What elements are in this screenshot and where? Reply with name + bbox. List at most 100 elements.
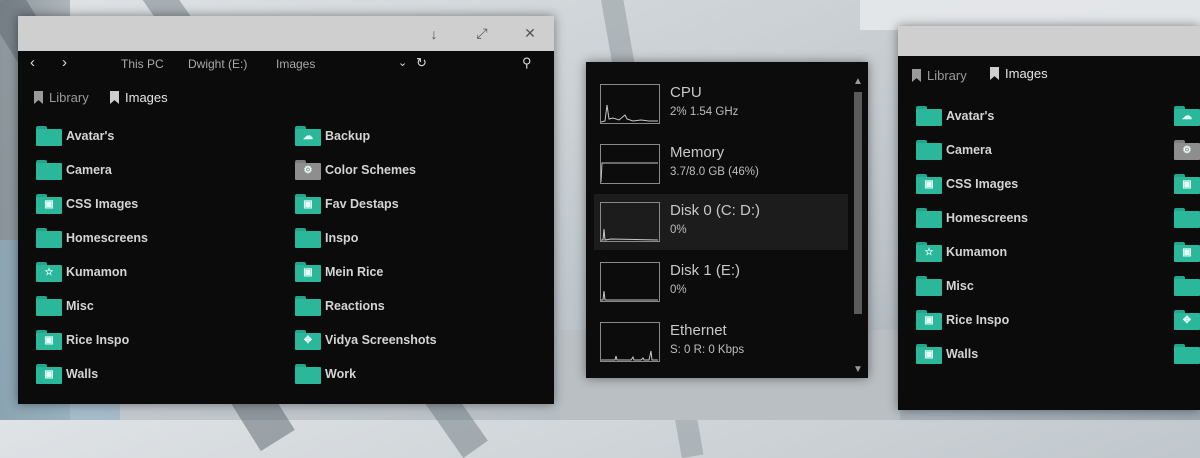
folder-item[interactable]: ▣ [1174,170,1200,198]
folder-image-icon: ▣ [295,262,321,282]
tab-library[interactable]: Library [912,68,967,83]
folder-label: Reactions [325,299,385,313]
file-explorer-window: ↓ ⤢ ✕ ‹ › This PC Dwight (E:) Images ⌄ ↻… [18,16,554,404]
perf-item-ethernet[interactable]: Ethernet S: 0 R: 0 Kbps [594,314,848,370]
folder-icon [916,106,942,126]
forward-icon[interactable]: › [62,54,67,71]
tab-images[interactable]: Images [110,90,168,105]
folder-item[interactable]: Homescreens [916,204,1028,232]
folder-item[interactable]: Camera [36,156,112,184]
folder-item[interactable]: Misc [916,272,974,300]
scrollbar-thumb[interactable] [854,92,862,314]
folder-item[interactable] [1174,272,1200,300]
folder-item[interactable]: ▣ Walls [916,340,978,368]
folder-item[interactable]: ▣ Rice Inspo [36,326,129,354]
folder-item[interactable]: ☁ Backup [295,122,370,150]
disk0-graph [600,202,660,242]
folder-label: Inspo [325,231,359,245]
folder-image-icon: ▣ [36,330,62,350]
search-icon[interactable]: ⚲ [522,55,532,71]
folder-item[interactable]: ▣ Fav Destaps [295,190,399,218]
navigation-bar: ‹ › This PC Dwight (E:) Images ⌄ ↻ ⚲ [18,51,554,77]
maximize-icon[interactable]: ⤢ [458,16,506,51]
folder-label: Misc [946,279,974,293]
perf-title: CPU [670,84,702,101]
perf-item-disk1[interactable]: Disk 1 (E:) 0% [594,254,848,310]
perf-item-cpu[interactable]: CPU 2% 1.54 GHz [594,76,848,132]
folder-item[interactable]: ☆ Kumamon [36,258,127,286]
folder-icon [295,364,321,384]
folder-item[interactable]: ☆ Kumamon [916,238,1007,266]
back-icon[interactable]: ‹ [30,54,35,71]
bookmark-icon [110,91,119,104]
ethernet-graph [600,322,660,362]
folder-item[interactable]: Avatar's [36,122,114,150]
folder-item[interactable]: ▣ [1174,238,1200,266]
folder-icon [36,160,62,180]
breadcrumb-images[interactable]: Images [276,57,315,71]
perf-subtitle: 3.7/8.0 GB (46%) [670,166,759,178]
folder-item[interactable]: ▣ Rice Inspo [916,306,1009,334]
cpu-graph [600,84,660,124]
folder-label: Camera [66,163,112,177]
folder-label: Avatar's [946,109,995,123]
tab-images[interactable]: Images [990,66,1048,81]
bookmark-icon [990,67,999,80]
folder-image-icon: ▣ [36,194,62,214]
folder-icon [1174,276,1200,296]
folder-gear-icon: ⚙ [1174,140,1200,160]
close-icon[interactable]: ✕ [506,16,554,51]
folder-label: Camera [946,143,992,157]
folder-item[interactable]: Camera [916,136,992,164]
folder-icon [36,126,62,146]
breadcrumb-drive[interactable]: Dwight (E:) [188,57,247,71]
tab-label: Images [125,90,168,105]
folder-item[interactable] [1174,204,1200,232]
perf-title: Disk 0 (C: D:) [670,202,760,219]
title-bar[interactable] [898,26,1200,56]
tab-strip: Library Images [898,62,1200,96]
folder-item[interactable]: Reactions [295,292,385,320]
chevron-down-icon[interactable]: ⌄ [398,56,407,69]
refresh-icon[interactable]: ↻ [416,55,427,71]
folder-item[interactable]: ⚙ Color Schemes [295,156,416,184]
scroll-down-icon[interactable]: ▼ [853,364,863,375]
folder-item[interactable]: Misc [36,292,94,320]
scrollbar[interactable]: ▲ ▼ [853,76,863,375]
perf-item-disk0[interactable]: Disk 0 (C: D:) 0% [594,194,848,250]
tab-label: Library [49,90,89,105]
perf-item-memory[interactable]: Memory 3.7/8.0 GB (46%) [594,136,848,192]
bookmark-icon [912,69,921,82]
tab-strip: Library Images [18,80,554,114]
folder-item[interactable]: Avatar's [916,102,994,130]
folder-image-icon: ▣ [916,310,942,330]
scroll-up-icon[interactable]: ▲ [853,76,863,87]
breadcrumb-this-pc[interactable]: This PC [121,57,164,71]
folder-label: Backup [325,129,371,143]
folder-label: Avatar's [66,129,115,143]
folder-item[interactable]: Inspo [295,224,358,252]
title-bar[interactable]: ↓ ⤢ ✕ [18,16,554,51]
folder-item[interactable]: ☁ [1174,102,1200,130]
folder-icon [36,296,62,316]
folder-item[interactable]: ▣ CSS Images [36,190,138,218]
folder-item[interactable] [1174,340,1200,368]
folder-label: Walls [66,367,99,381]
folder-item[interactable]: ✥ Vidya Screenshots [295,326,437,354]
folder-item[interactable]: Homescreens [36,224,148,252]
folder-icon [916,276,942,296]
minimize-icon[interactable]: ↓ [410,16,458,51]
folder-item[interactable]: ⚙ [1174,136,1200,164]
folder-item[interactable]: ▣ Walls [36,360,98,388]
folder-icon [1174,208,1200,228]
folder-gamepad-icon: ✥ [1174,310,1200,330]
tab-library[interactable]: Library [34,90,89,105]
folder-icon [916,140,942,160]
folder-label: CSS Images [946,177,1019,191]
folder-item[interactable]: ✥ [1174,306,1200,334]
folder-item[interactable]: ▣ CSS Images [916,170,1018,198]
folder-gear-icon: ⚙ [295,160,321,180]
perf-title: Memory [670,144,725,161]
folder-item[interactable]: ▣ Mein Rice [295,258,383,286]
folder-item[interactable]: Work [295,360,356,388]
